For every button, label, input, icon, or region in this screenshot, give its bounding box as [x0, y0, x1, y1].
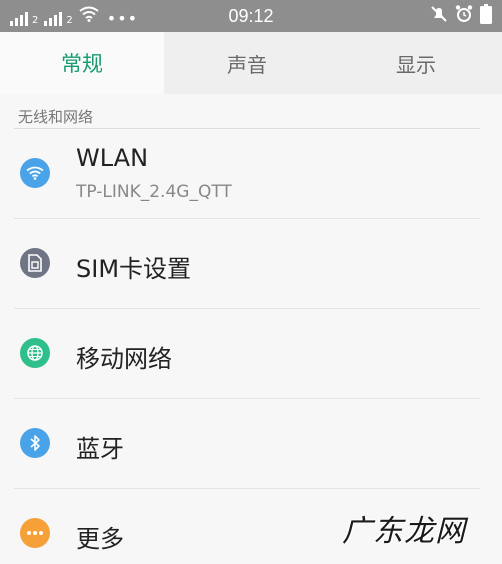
wifi-icon [20, 158, 50, 188]
tab-sound[interactable]: 声音 [164, 32, 330, 94]
signal-icon [44, 10, 63, 26]
list-item-sim-settings[interactable]: SIM卡设置 [0, 219, 502, 309]
alarm-icon [454, 4, 474, 28]
sim-card-icon [20, 248, 50, 278]
network-type-label: 2 [32, 15, 39, 26]
bluetooth-icon [20, 428, 50, 458]
bluetooth-title: 蓝牙 [76, 435, 124, 463]
battery-icon [480, 4, 492, 28]
section-header-wireless: 无线和网络 [18, 108, 94, 126]
mobile-network-title: 移动网络 [76, 345, 172, 373]
tab-general[interactable]: 常规 [0, 32, 164, 94]
sim-settings-title: SIM卡设置 [76, 255, 192, 283]
watermark-text: 广东龙网 [342, 514, 466, 549]
list-item-bluetooth[interactable]: 蓝牙 [0, 399, 502, 489]
no-notification-icon [430, 5, 448, 27]
more-title: 更多 [76, 525, 124, 553]
more-icon [20, 518, 50, 548]
list-item-mobile-network[interactable]: 移动网络 [0, 309, 502, 399]
wlan-network-name: TP-LINK_2.4G_QTT [76, 182, 232, 202]
more-status-dots: ••• [106, 9, 139, 28]
globe-icon [20, 338, 50, 368]
signal-icon [10, 10, 28, 26]
status-left-icons: 2 2 ••• [10, 6, 139, 28]
tab-display[interactable]: 显示 [330, 32, 502, 94]
wlan-title: WLAN [76, 144, 149, 172]
status-right-icons [430, 4, 492, 28]
status-bar: 2 2 ••• 09:12 [0, 0, 502, 32]
network-type-label: 2 [66, 15, 73, 26]
settings-tabs: 常规 声音 显示 [0, 32, 502, 94]
wifi-icon [79, 6, 99, 26]
list-item-wlan[interactable]: WLAN TP-LINK_2.4G_QTT [0, 129, 502, 219]
